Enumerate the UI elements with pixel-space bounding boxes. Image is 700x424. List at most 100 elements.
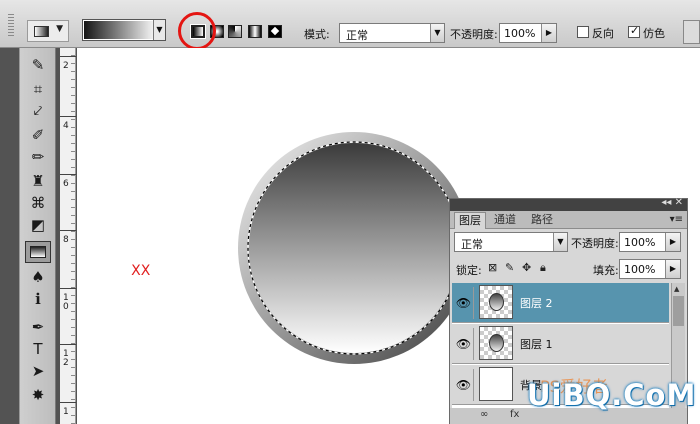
gradient-picker[interactable]: ▼ xyxy=(82,19,166,41)
ruler-major-tick xyxy=(60,344,76,345)
scroll-up-icon[interactable]: ▲ xyxy=(674,285,679,293)
type-icon[interactable]: T xyxy=(25,338,51,360)
lock-position-icon[interactable]: ✥ xyxy=(522,261,531,274)
lock-image-icon[interactable]: ✎ xyxy=(505,261,514,274)
watermark-url-part: BBS.16 xyxy=(81,263,132,279)
blend-mode-value: 正常 xyxy=(461,238,483,251)
chevron-down-icon: ▼ xyxy=(56,24,63,34)
layer-name[interactable]: 图层 2 xyxy=(520,295,553,311)
fill-label: 填充: xyxy=(593,264,619,277)
watermark-text: PS教程论坛 xyxy=(99,243,179,259)
panel-tabs: 图层 通道 路径 ▾≡ xyxy=(450,211,687,229)
layer-name[interactable]: 图层 1 xyxy=(520,336,553,352)
layer-row-layer1[interactable]: 👁︎ 图层 1 xyxy=(452,324,669,364)
sphere-thumbnail xyxy=(489,334,504,352)
tab-layers[interactable]: 图层 xyxy=(454,212,486,229)
inner-sphere xyxy=(249,143,459,353)
angle-gradient-button[interactable] xyxy=(228,25,242,38)
collapse-icon[interactable]: ◂◂ ✕ xyxy=(661,197,683,208)
ruler-major-tick xyxy=(60,174,76,175)
ruler-label: 1 xyxy=(63,407,69,417)
ruler-label: 0 xyxy=(63,302,69,312)
dither-checkbox[interactable] xyxy=(628,24,640,38)
toolbox: ✎ ⌗ ⤦ ✐ ✏ ♜ ⌘ ◩ ♠ ℹ ✒ T ➤ ✸ xyxy=(19,48,56,424)
mode-label: 模式: xyxy=(304,28,330,41)
panel-title-bar[interactable]: ◂◂ ✕ xyxy=(450,197,687,211)
gradient-tool-icon xyxy=(34,26,49,37)
slider-arrow-icon[interactable]: ▶ xyxy=(665,233,680,251)
opacity-input[interactable]: 100% ▶ xyxy=(499,23,557,43)
dodge-icon[interactable]: ℹ xyxy=(25,288,51,310)
eyedropper-icon[interactable]: ⤦ xyxy=(25,100,51,122)
fx-icon[interactable]: fx xyxy=(510,409,519,420)
tab-paths[interactable]: 路径 xyxy=(527,212,557,229)
tab-channels[interactable]: 通道 xyxy=(490,212,520,229)
eraser-icon[interactable]: ◩ xyxy=(25,214,51,236)
highlight-circle xyxy=(178,12,216,50)
ruler-major-tick xyxy=(60,56,76,57)
eye-icon[interactable]: 👁︎ xyxy=(454,328,474,360)
lock-transparent-icon[interactable]: ⊠ xyxy=(488,261,497,274)
pen-icon[interactable]: ✒ xyxy=(25,316,51,338)
layer-opacity-input[interactable]: 100% ▶ xyxy=(619,232,681,252)
layer-thumbnail xyxy=(479,285,513,319)
gradient-icon xyxy=(30,246,46,258)
link-layers-icon[interactable]: ∞ xyxy=(480,409,488,420)
watermark-url-part: 8.COM xyxy=(150,263,197,279)
eye-icon[interactable]: 👁︎ xyxy=(454,287,474,319)
palette-well-tab[interactable] xyxy=(683,20,700,44)
brush-icon[interactable]: ✏ xyxy=(25,146,51,168)
sphere-thumbnail xyxy=(489,293,504,311)
ruler-major-tick xyxy=(60,288,76,289)
ruler-label: 4 xyxy=(63,121,69,131)
reverse-label: 反向 xyxy=(592,27,614,40)
quick-selection-icon[interactable]: ✎ xyxy=(25,54,51,76)
ruler-major-tick xyxy=(60,402,76,403)
clone-stamp-icon[interactable]: ♜ xyxy=(25,170,51,192)
mode-value: 正常 xyxy=(346,29,368,42)
ruler-major-tick xyxy=(60,116,76,117)
mode-select[interactable]: 正常 ▼ xyxy=(339,23,445,43)
opacity-label: 不透明度: xyxy=(450,28,498,41)
crop-icon[interactable]: ⌗ xyxy=(25,78,51,100)
diamond-gradient-button[interactable] xyxy=(268,25,282,38)
dither-label: 仿色 xyxy=(643,27,665,40)
opacity-value: 100% xyxy=(504,27,536,40)
reverse-checkbox[interactable] xyxy=(577,26,589,38)
chevron-down-icon[interactable]: ▼ xyxy=(430,24,444,42)
chevron-down-icon[interactable]: ▼ xyxy=(553,233,567,251)
layer-thumbnail xyxy=(479,367,513,401)
layer-row-layer2[interactable]: 👁︎ 图层 2 xyxy=(452,283,669,323)
layer-thumbnail xyxy=(479,326,513,360)
lock-label: 锁定: xyxy=(456,264,482,277)
fill-input[interactable]: 100% ▶ xyxy=(619,259,681,279)
chevron-down-icon[interactable]: ▼ xyxy=(153,20,165,40)
slider-arrow-icon[interactable]: ▶ xyxy=(541,24,556,42)
panel-menu-icon[interactable]: ▾≡ xyxy=(670,214,683,225)
options-bar-grip[interactable] xyxy=(8,14,14,36)
blur-icon[interactable]: ♠ xyxy=(25,266,51,288)
fill-value: 100% xyxy=(624,263,656,276)
reflected-gradient-button[interactable] xyxy=(248,25,262,38)
lock-all-icon[interactable]: 🔒︎ xyxy=(540,261,546,275)
scrollbar-thumb[interactable] xyxy=(673,296,684,326)
options-bar: ▼ ▼ 模式: 正常 ▼ 不透明度: 100% ▶ 反向 仿色 xyxy=(0,0,700,50)
site-watermark-logo: UiBQ.CoM xyxy=(527,378,697,412)
slider-arrow-icon[interactable]: ▶ xyxy=(665,260,680,278)
eye-icon[interactable]: 👁︎ xyxy=(454,369,474,401)
healing-brush-icon[interactable]: ✐ xyxy=(25,124,51,146)
history-brush-icon[interactable]: ⌘ xyxy=(25,192,51,214)
gradient-preview xyxy=(84,21,154,39)
ruler-major-tick xyxy=(60,230,76,231)
tool-preset-picker[interactable]: ▼ xyxy=(27,20,69,42)
blend-mode-select[interactable]: 正常 ▼ xyxy=(454,232,568,252)
watermark-url-part: XX xyxy=(131,263,151,279)
watermark-url: BBS.16XX8.COM xyxy=(81,263,197,279)
gradient-tool-button[interactable] xyxy=(25,241,51,263)
ruler-label: 6 xyxy=(63,179,69,189)
ruler-label: 2 xyxy=(63,358,69,368)
path-selection-icon[interactable]: ➤ xyxy=(25,360,51,382)
ruler-label: 8 xyxy=(63,235,69,245)
layer-opacity-label: 不透明度: xyxy=(571,237,619,250)
custom-shape-icon[interactable]: ✸ xyxy=(25,384,51,406)
